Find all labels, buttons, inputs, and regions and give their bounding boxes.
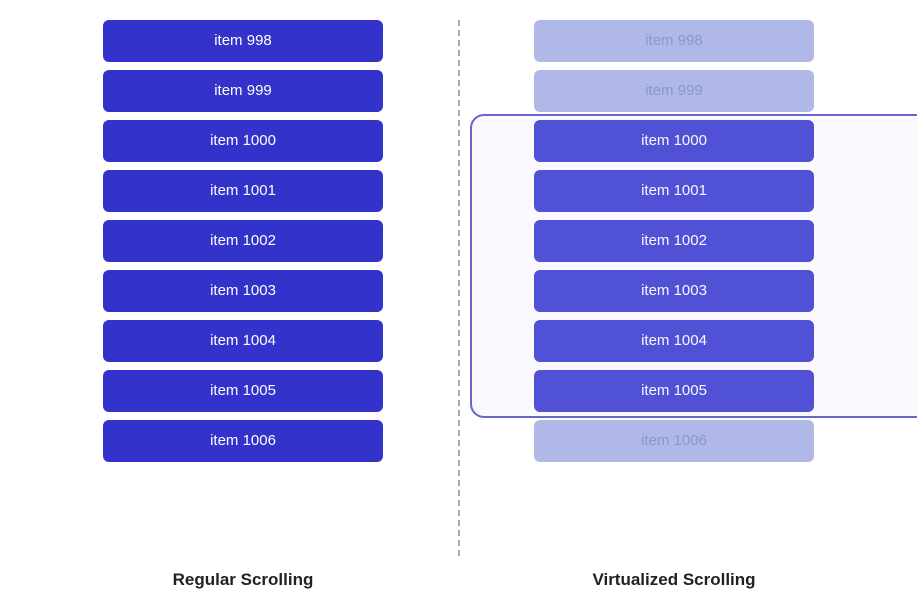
col-regular: item 998 item 999 item 1000 item 1001 item 1… <box>29 20 458 470</box>
list-item: item 1003 <box>534 270 814 312</box>
label-regular: Regular Scrolling <box>29 570 458 590</box>
list-item: item 1002 <box>534 220 814 262</box>
list-item: item 1001 <box>103 170 383 212</box>
col-virtualized: visible viewport item 998item 999item 10… <box>460 20 889 470</box>
list-item: item 1002 <box>103 220 383 262</box>
list-item: item 998 <box>534 20 814 62</box>
list-item: item 1006 <box>534 420 814 462</box>
list-item: item 999 <box>534 70 814 112</box>
list-item: item 998 <box>103 20 383 62</box>
list-item: item 1006 <box>103 420 383 462</box>
list-item: item 1005 <box>103 370 383 412</box>
labels-row: Regular Scrolling Virtualized Scrolling <box>29 570 889 590</box>
list-item: item 1003 <box>103 270 383 312</box>
list-item: item 1000 <box>534 120 814 162</box>
list-item: item 999 <box>103 70 383 112</box>
label-virtualized: Virtualized Scrolling <box>460 570 889 590</box>
list-item: item 1004 <box>534 320 814 362</box>
list-item: item 1001 <box>534 170 814 212</box>
list-item: item 1005 <box>534 370 814 412</box>
columns-wrapper: item 998 item 999 item 1000 item 1001 item 1… <box>29 20 889 556</box>
list-item: item 1004 <box>103 320 383 362</box>
list-item: item 1000 <box>103 120 383 162</box>
diagram: item 998 item 999 item 1000 item 1001 item 1… <box>29 20 889 590</box>
